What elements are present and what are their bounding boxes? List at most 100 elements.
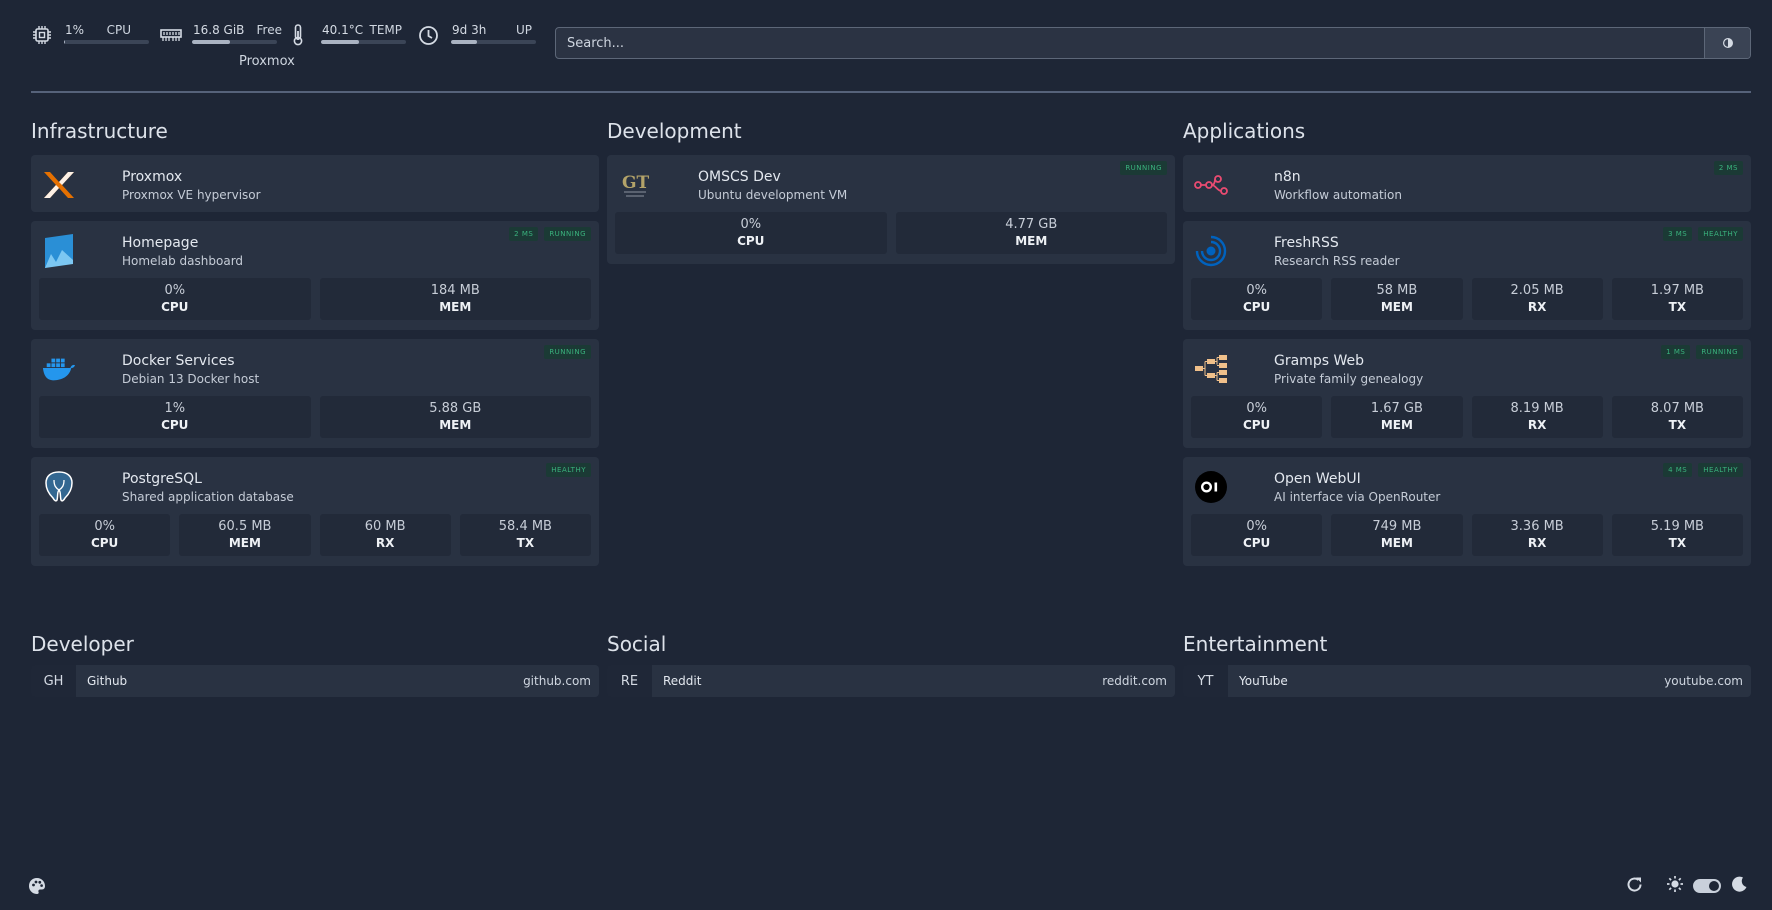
- dark-mode-button[interactable]: [1729, 876, 1749, 896]
- header-divider: [31, 91, 1751, 93]
- stat-value: 0%: [94, 519, 115, 534]
- stat-label: TX: [1668, 300, 1687, 314]
- health-badge: HEALTHY: [546, 463, 591, 477]
- temp-value: 40.1°C: [322, 23, 364, 37]
- georgia-tech-icon: GT: [618, 168, 652, 202]
- status-badges: HEALTHY: [546, 463, 591, 477]
- health-badge: HEALTHY: [1698, 227, 1743, 241]
- service-description: Workflow automation: [1274, 188, 1402, 202]
- stat-label: MEM: [1380, 300, 1413, 314]
- light-mode-button[interactable]: [1665, 876, 1685, 896]
- uptime-label: UP: [515, 23, 532, 37]
- stat-value: 2.05 MB: [1510, 283, 1564, 298]
- stat-tx: 8.07 MB TX: [1611, 396, 1743, 438]
- service-description: AI interface via OpenRouter: [1274, 490, 1441, 504]
- stat-mem: 58 MB MEM: [1331, 278, 1463, 320]
- stat-label: MEM: [1380, 418, 1413, 432]
- service-name: Docker Services: [122, 353, 235, 369]
- bookmark-group-social: Social RE Reddit reddit.com: [607, 630, 1175, 697]
- memory-bar-fill: [192, 40, 231, 44]
- service-card-freshrss[interactable]: 3 MS HEALTHY FreshRSS Research RSS reade…: [1183, 221, 1751, 330]
- service-description: Private family genealogy: [1274, 372, 1424, 386]
- service-card-open-webui[interactable]: 4 MS HEALTHY Open WebUI AI interface via…: [1183, 457, 1751, 566]
- clock-icon: [417, 24, 439, 46]
- stat-cpu: 0% CPU: [615, 212, 887, 254]
- cpu-bar: [64, 40, 149, 44]
- service-description: Debian 13 Docker host: [122, 372, 260, 386]
- stat-label: TX: [1668, 536, 1687, 550]
- latency-badge: 1 MS: [1661, 345, 1691, 359]
- latency-badge: 2 MS: [1713, 161, 1743, 175]
- refresh-button[interactable]: [1624, 876, 1644, 896]
- color-palette-button[interactable]: [27, 876, 47, 896]
- temp-label: TEMP: [369, 23, 402, 37]
- memory-value: 16.8 GiB: [193, 23, 245, 37]
- bookmark-body: Reddit reddit.com: [652, 665, 1175, 697]
- stat-rx: 2.05 MB RX: [1471, 278, 1603, 320]
- service-card-omscs-dev[interactable]: RUNNING GT OMSCS Dev Ubuntu development …: [607, 155, 1175, 264]
- stat-label: RX: [1527, 536, 1547, 550]
- service-stats: 0% CPU 749 MB MEM 3.36 MB RX 5.19 MB TX: [1191, 514, 1743, 556]
- group-title: Infrastructure: [31, 119, 168, 143]
- stat-mem: 749 MB MEM: [1331, 514, 1463, 556]
- cpu-widget: 1% CPU: [31, 20, 149, 68]
- group-title: Development: [607, 119, 742, 143]
- stat-mem: 60.5 MB MEM: [179, 514, 311, 556]
- service-description: Shared application database: [122, 490, 294, 504]
- memory-icon: [159, 24, 183, 46]
- stat-value: 0%: [1246, 401, 1267, 416]
- stat-value: 0%: [1246, 519, 1267, 534]
- stat-value: 1.97 MB: [1650, 283, 1704, 298]
- service-card-gramps-web[interactable]: 1 MS RUNNING Gramps Web Private family g…: [1183, 339, 1751, 448]
- bookmark-group-title: Developer: [31, 632, 134, 656]
- bookmark-host: reddit.com: [1102, 674, 1167, 688]
- service-stats: 0% CPU 4.77 GB MEM: [615, 212, 1167, 254]
- service-card-n8n[interactable]: 2 MS n8n Workflow automation: [1183, 155, 1751, 212]
- service-stats: 0% CPU 1.67 GB MEM 8.19 MB RX 8.07 MB TX: [1191, 396, 1743, 438]
- service-card-docker-services[interactable]: RUNNING Docker Services Debian 13 Docker…: [31, 339, 599, 448]
- stat-label: MEM: [228, 536, 261, 550]
- stat-tx: 5.19 MB TX: [1611, 514, 1743, 556]
- service-stats: 0% CPU 184 MB MEM: [39, 278, 591, 320]
- bookmark-host: github.com: [523, 674, 591, 688]
- stat-cpu: 0% CPU: [1191, 514, 1323, 556]
- group-development: Development RUNNING GT OMSCS Dev Ubuntu …: [607, 117, 1175, 273]
- group-title: Applications: [1183, 119, 1306, 143]
- group-applications: Applications 2 MS n8n Workflow automatio…: [1183, 117, 1751, 575]
- cpu-label: CPU: [106, 23, 131, 37]
- search-engine-icon: [1722, 34, 1734, 53]
- bookmark-group-developer: Developer GH Github github.com: [31, 630, 599, 697]
- stat-value: 58.4 MB: [498, 519, 552, 534]
- thermometer-icon: [287, 24, 309, 46]
- bookmark-reddit[interactable]: RE Reddit reddit.com: [607, 665, 1175, 697]
- service-name: Proxmox: [122, 169, 183, 185]
- bookmark-abbr: YT: [1183, 665, 1228, 697]
- stat-label: MEM: [1015, 234, 1048, 248]
- status-badge: RUNNING: [1696, 345, 1743, 359]
- stat-label: RX: [375, 536, 395, 550]
- status-badge: RUNNING: [1120, 161, 1167, 175]
- theme-toggle-switch[interactable]: [1693, 879, 1721, 893]
- stat-label: MEM: [1380, 536, 1413, 550]
- stat-value: 60.5 MB: [218, 519, 272, 534]
- stat-label: CPU: [161, 300, 189, 314]
- status-badges: 1 MS RUNNING: [1661, 345, 1743, 359]
- search-engine-button[interactable]: [1704, 28, 1750, 58]
- stat-value: 0%: [740, 217, 762, 232]
- postgresql-icon: [42, 470, 76, 504]
- status-badges: 2 MS: [1713, 161, 1743, 175]
- temp-bar: [321, 40, 406, 44]
- gramps-tree-icon: [1194, 352, 1228, 386]
- theme-toggle[interactable]: [1692, 876, 1722, 896]
- uptime-bar: [451, 40, 536, 44]
- service-stats: 0% CPU 58 MB MEM 2.05 MB RX 1.97 MB TX: [1191, 278, 1743, 320]
- bookmark-github[interactable]: GH Github github.com: [31, 665, 599, 697]
- service-card-postgresql[interactable]: HEALTHY PostgreSQL Shared application da…: [31, 457, 599, 566]
- status-badge: RUNNING: [544, 227, 591, 241]
- service-card-proxmox[interactable]: Proxmox Proxmox VE hypervisor: [31, 155, 599, 212]
- service-card-homepage[interactable]: 2 MS RUNNING Homepage Homelab dashboard …: [31, 221, 599, 330]
- search-input[interactable]: [556, 28, 1706, 58]
- bookmark-youtube[interactable]: YT YouTube youtube.com: [1183, 665, 1751, 697]
- stat-label: TX: [516, 536, 535, 550]
- stat-label: CPU: [1242, 536, 1271, 550]
